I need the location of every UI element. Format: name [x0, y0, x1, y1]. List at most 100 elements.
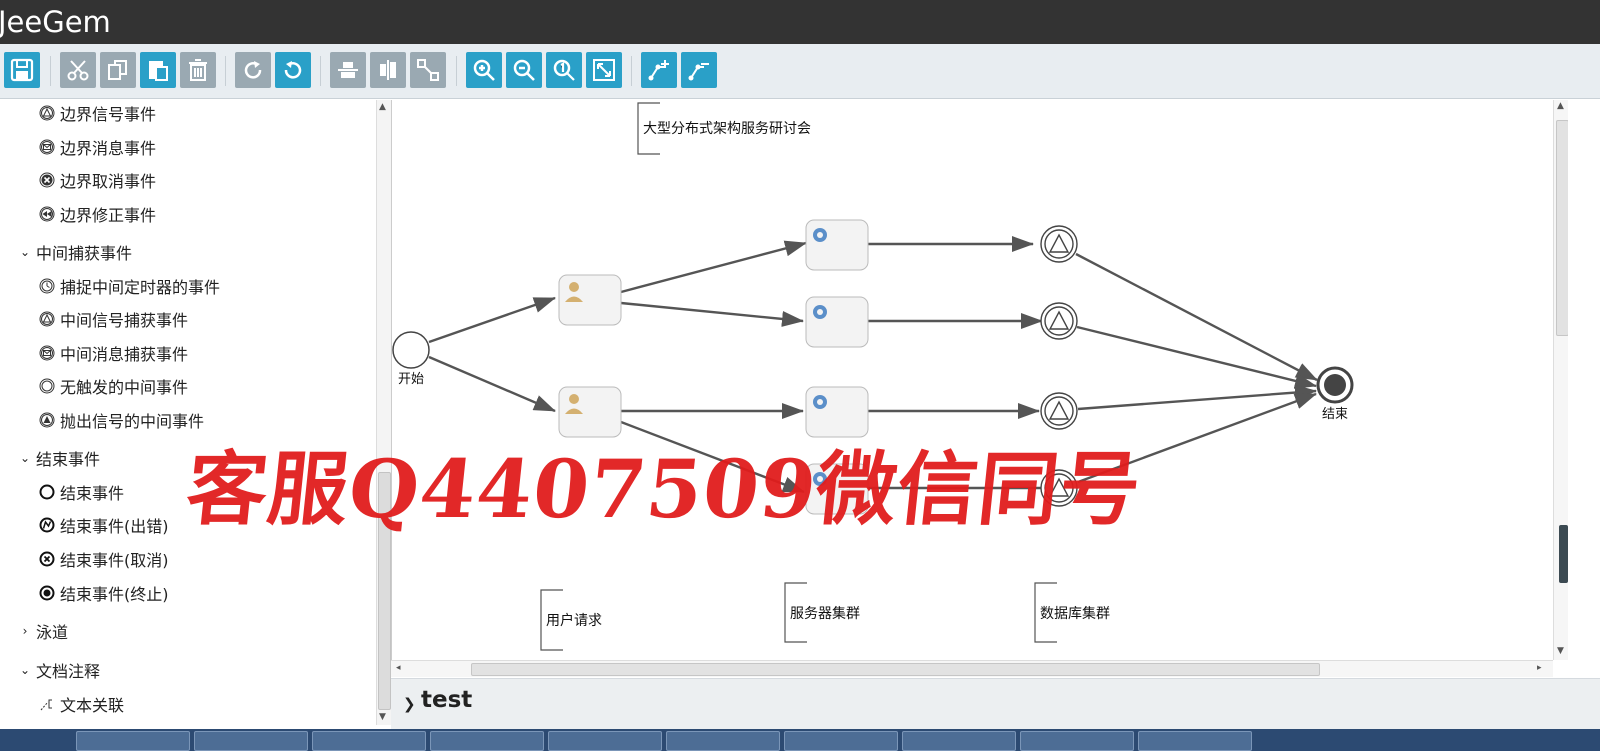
- palette-item-label: 中间信号捕获事件: [60, 311, 189, 330]
- bendpoint-add-icon: [648, 60, 669, 81]
- palette-item-association[interactable]: 文本关联: [38, 691, 124, 717]
- redo-icon: [244, 61, 262, 79]
- service-task: [805, 463, 869, 515]
- palette-scrollbar[interactable]: ▲ ▼: [376, 100, 391, 725]
- end-terminate-icon: [38, 585, 55, 602]
- save-icon: [10, 58, 34, 82]
- scrollbar-thumb[interactable]: [378, 472, 391, 710]
- undo-button[interactable]: [275, 52, 311, 88]
- chevron-down-icon: ⌄: [19, 245, 31, 259]
- palette-item-boundary-message[interactable]: 边界消息事件: [38, 134, 156, 160]
- canvas-horizontal-scrollbar[interactable]: ◂ ▸: [391, 660, 1553, 677]
- scroll-up-arrow[interactable]: ▲: [379, 102, 386, 112]
- taskbar-item[interactable]: [430, 731, 544, 751]
- zoom-actual-button[interactable]: [546, 52, 582, 88]
- palette-item-end-cancel[interactable]: 结束事件(取消): [38, 546, 169, 572]
- sequence-flow: [620, 420, 805, 494]
- palette-item-boundary-cancel[interactable]: 边界取消事件: [38, 167, 156, 193]
- align-vertical-button[interactable]: [370, 52, 406, 88]
- palette-item-label: 边界消息事件: [60, 139, 157, 158]
- bendpoint-remove-icon: [688, 63, 709, 81]
- taskbar-item[interactable]: [194, 731, 308, 751]
- palette-item-end-error[interactable]: 结束事件(出错): [38, 512, 169, 538]
- palette-item-none-intermediate[interactable]: 无触发的中间事件: [38, 373, 188, 399]
- taskbar-item[interactable]: [548, 731, 662, 751]
- palette-group-annotation[interactable]: ⌄ 文档注释: [18, 657, 100, 683]
- palette-item-end-terminate[interactable]: 结束事件(终止): [38, 580, 169, 606]
- remove-bendpoint-button[interactable]: [681, 52, 717, 88]
- zoom-out-button[interactable]: [506, 52, 542, 88]
- taskbar-item[interactable]: [1138, 731, 1252, 751]
- palette-group-intermediate[interactable]: ⌄ 中间捕获事件: [18, 239, 132, 265]
- palette-item-boundary-signal[interactable]: 边界信号事件: [38, 100, 156, 126]
- scroll-right-arrow[interactable]: ▸: [1537, 663, 1542, 673]
- user-task: [558, 386, 622, 438]
- copy-button[interactable]: [100, 52, 136, 88]
- same-size-button[interactable]: [410, 52, 446, 88]
- palette-item-timer[interactable]: 捕捉中间定时器的事件: [38, 273, 220, 299]
- boundary-message-icon: [38, 139, 55, 156]
- copy-icon: [108, 60, 127, 80]
- taskbar-item[interactable]: [76, 731, 190, 751]
- save-button[interactable]: [4, 52, 40, 88]
- palette-group-label: 中间捕获事件: [36, 244, 133, 263]
- palette-group-lane[interactable]: › 泳道: [18, 618, 68, 644]
- taskbar-item[interactable]: [1020, 731, 1134, 751]
- boundary-signal-icon: [38, 105, 55, 122]
- delete-button[interactable]: [180, 52, 216, 88]
- process-name: test: [421, 687, 473, 713]
- text-annotation: 服务器集群: [790, 605, 860, 621]
- zoom-fit-button[interactable]: [586, 52, 622, 88]
- toolbar-separator: [456, 56, 457, 86]
- chevron-right-icon: ❯: [403, 695, 416, 713]
- scrollbar-thumb[interactable]: [471, 663, 1320, 676]
- taskbar-item[interactable]: [666, 731, 780, 751]
- service-task: [805, 386, 869, 438]
- redo-button[interactable]: [235, 52, 271, 88]
- end-event: [1316, 366, 1354, 404]
- title-bar: JeeGem: [0, 0, 1600, 44]
- sequence-flow: [1075, 252, 1318, 382]
- palette-item-label: 抛出信号的中间事件: [60, 412, 205, 431]
- side-panel-tab[interactable]: [1559, 525, 1568, 583]
- chevron-down-icon: ⌄: [19, 663, 31, 677]
- taskbar-item[interactable]: [312, 731, 426, 751]
- palette-item-intermediate-message[interactable]: 中间消息捕获事件: [38, 340, 188, 366]
- zoom-in-button[interactable]: [466, 52, 502, 88]
- scroll-left-arrow[interactable]: ◂: [396, 663, 401, 673]
- app-title: JeeGem: [0, 5, 111, 39]
- paste-button[interactable]: [140, 52, 176, 88]
- toolbar: [0, 44, 1600, 99]
- intermediate-signal-event: [1040, 469, 1078, 507]
- service-task: [805, 296, 869, 348]
- scroll-up-arrow[interactable]: ▲: [1557, 101, 1564, 111]
- scroll-down-arrow[interactable]: ▼: [379, 712, 386, 722]
- gear-icon: [813, 228, 827, 242]
- diagram-canvas[interactable]: 开始 结束 大型分布式架构服务研讨会 用户请求 服务器集群 数据库集群: [391, 100, 1553, 660]
- text-annotation: 数据库集群: [1040, 605, 1110, 621]
- intermediate-signal-event: [1040, 302, 1078, 340]
- sequence-flow: [428, 355, 556, 413]
- add-bendpoint-button[interactable]: [641, 52, 677, 88]
- palette-item-throw-signal[interactable]: 抛出信号的中间事件: [38, 407, 204, 433]
- cut-button[interactable]: [60, 52, 96, 88]
- paste-icon: [149, 61, 168, 81]
- palette-item-end-event[interactable]: 结束事件: [38, 479, 124, 505]
- palette-item-boundary-compensate[interactable]: 边界修正事件: [38, 201, 156, 227]
- boundary-compensate-icon: [38, 206, 55, 223]
- association-icon: [38, 696, 55, 713]
- toolbar-separator: [320, 56, 321, 86]
- palette-panel: 边界信号事件 边界消息事件 边界取消事件 边界修正事件 ⌄ 中间捕获事件 捕捉中…: [0, 100, 383, 740]
- align-horizontal-button[interactable]: [330, 52, 366, 88]
- gear-icon: [813, 395, 827, 409]
- scroll-down-arrow[interactable]: ▼: [1557, 646, 1564, 656]
- palette-item-intermediate-signal[interactable]: 中间信号捕获事件: [38, 306, 188, 332]
- palette-group-end[interactable]: ⌄ 结束事件: [18, 445, 100, 471]
- properties-bar[interactable]: ❯ test: [391, 678, 1600, 729]
- taskbar-item[interactable]: [784, 731, 898, 751]
- start-event: [392, 331, 430, 369]
- taskbar-item[interactable]: [902, 731, 1016, 751]
- text-annotation: 用户请求: [546, 612, 602, 628]
- chevron-right-icon: ›: [22, 624, 28, 638]
- palette-item-label: 文本关联: [60, 696, 125, 715]
